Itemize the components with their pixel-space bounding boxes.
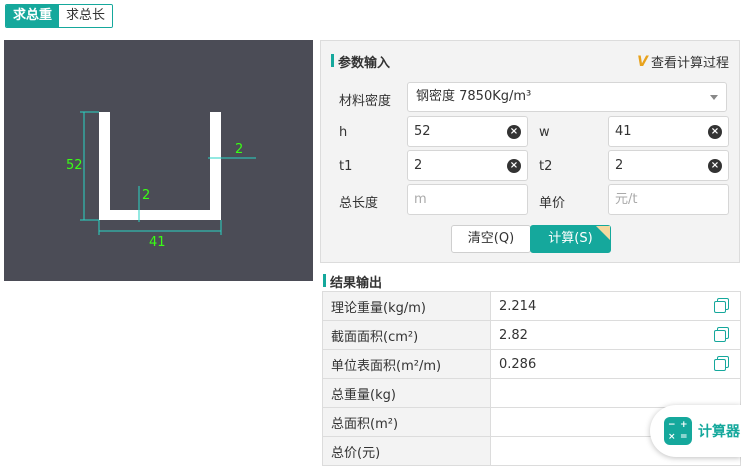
price-input[interactable]: 元/t [608, 184, 729, 215]
t2-label: t2 [539, 159, 553, 174]
table-row: 截面面积(cm²) 2.82 [322, 320, 741, 350]
clear-t2-icon[interactable]: × [708, 159, 722, 173]
params-title: 参数输入 [331, 52, 390, 71]
view-process-link[interactable]: V 查看计算过程 [637, 52, 729, 72]
corner-badge-icon [596, 226, 610, 240]
result-value-cell: 2.82 [490, 320, 741, 350]
calculate-button[interactable]: 计算(S) [530, 225, 611, 253]
material-value: 钢密度 7850Kg/m³ [416, 89, 532, 104]
result-value-cell [490, 378, 741, 408]
clear-t1-icon[interactable]: × [507, 159, 521, 173]
result-label: 截面面积(cm²) [322, 320, 491, 350]
result-label: 理论重量(kg/m) [322, 291, 491, 321]
copy-icon[interactable] [714, 327, 729, 342]
t2-input[interactable]: 2 × [608, 150, 729, 181]
w-input[interactable]: 41 × [608, 116, 729, 147]
clear-h-icon[interactable]: × [507, 125, 521, 139]
dim-w-label: 41 [149, 235, 166, 250]
result-value: 2.82 [499, 327, 528, 343]
clear-button[interactable]: 清空(Q) [451, 225, 531, 253]
length-input[interactable]: m [407, 184, 528, 215]
calculator-fab[interactable]: − + × = 计算器 [650, 405, 741, 457]
view-process-label: 查看计算过程 [650, 56, 729, 71]
chevron-down-icon [710, 95, 718, 100]
length-label: 总长度 [339, 196, 379, 211]
table-row: 总重量(kg) [322, 378, 741, 408]
price-label: 单价 [539, 196, 566, 211]
params-panel: 参数输入 V 查看计算过程 材料密度 钢密度 7850Kg/m³ h 52 × … [320, 40, 740, 263]
result-value-cell: 0.286 [490, 349, 741, 379]
table-row: 单位表面积(m²/m) 0.286 [322, 349, 741, 379]
result-label: 总重量(kg) [322, 378, 491, 408]
result-value: 2.214 [499, 298, 537, 314]
dim-t2-label: 2 [235, 142, 243, 157]
result-label: 总面积(m²) [322, 407, 491, 437]
calculator-label: 计算器 [698, 424, 740, 440]
result-value: 0.286 [499, 356, 537, 372]
calculator-icon: − + × = [664, 417, 692, 445]
dim-h-label: 52 [66, 158, 83, 173]
channel-drawing: 52 41 2 2 [4, 40, 313, 281]
material-label: 材料密度 [339, 94, 392, 109]
t1-label: t1 [339, 159, 353, 174]
t2-value: 2 [615, 158, 624, 173]
mode-tabs: 求总重 求总长 [5, 4, 114, 28]
h-value: 52 [414, 124, 431, 139]
w-value: 41 [615, 124, 632, 139]
result-value-cell: 2.214 [490, 291, 741, 321]
t1-value: 2 [414, 158, 423, 173]
table-row: 理论重量(kg/m) 2.214 [322, 291, 741, 321]
copy-icon[interactable] [714, 356, 729, 371]
clear-w-icon[interactable]: × [708, 125, 722, 139]
channel-shape [99, 112, 221, 220]
tab-total-weight[interactable]: 求总重 [6, 5, 60, 27]
t1-input[interactable]: 2 × [407, 150, 528, 181]
h-label: h [339, 125, 348, 140]
channel-diagram: 52 41 2 2 [66, 111, 256, 250]
result-label: 单位表面积(m²/m) [322, 349, 491, 379]
dim-t1-label: 2 [142, 188, 150, 203]
w-label: w [539, 125, 550, 140]
tab-total-length[interactable]: 求总长 [59, 5, 113, 27]
copy-icon[interactable] [714, 298, 729, 313]
material-select[interactable]: 钢密度 7850Kg/m³ [407, 82, 727, 112]
h-input[interactable]: 52 × [407, 116, 528, 147]
process-icon: V [637, 53, 648, 70]
results-title: 结果输出 [323, 272, 382, 291]
result-label: 总价(元) [322, 436, 491, 466]
calculate-label: 计算(S) [548, 231, 593, 246]
